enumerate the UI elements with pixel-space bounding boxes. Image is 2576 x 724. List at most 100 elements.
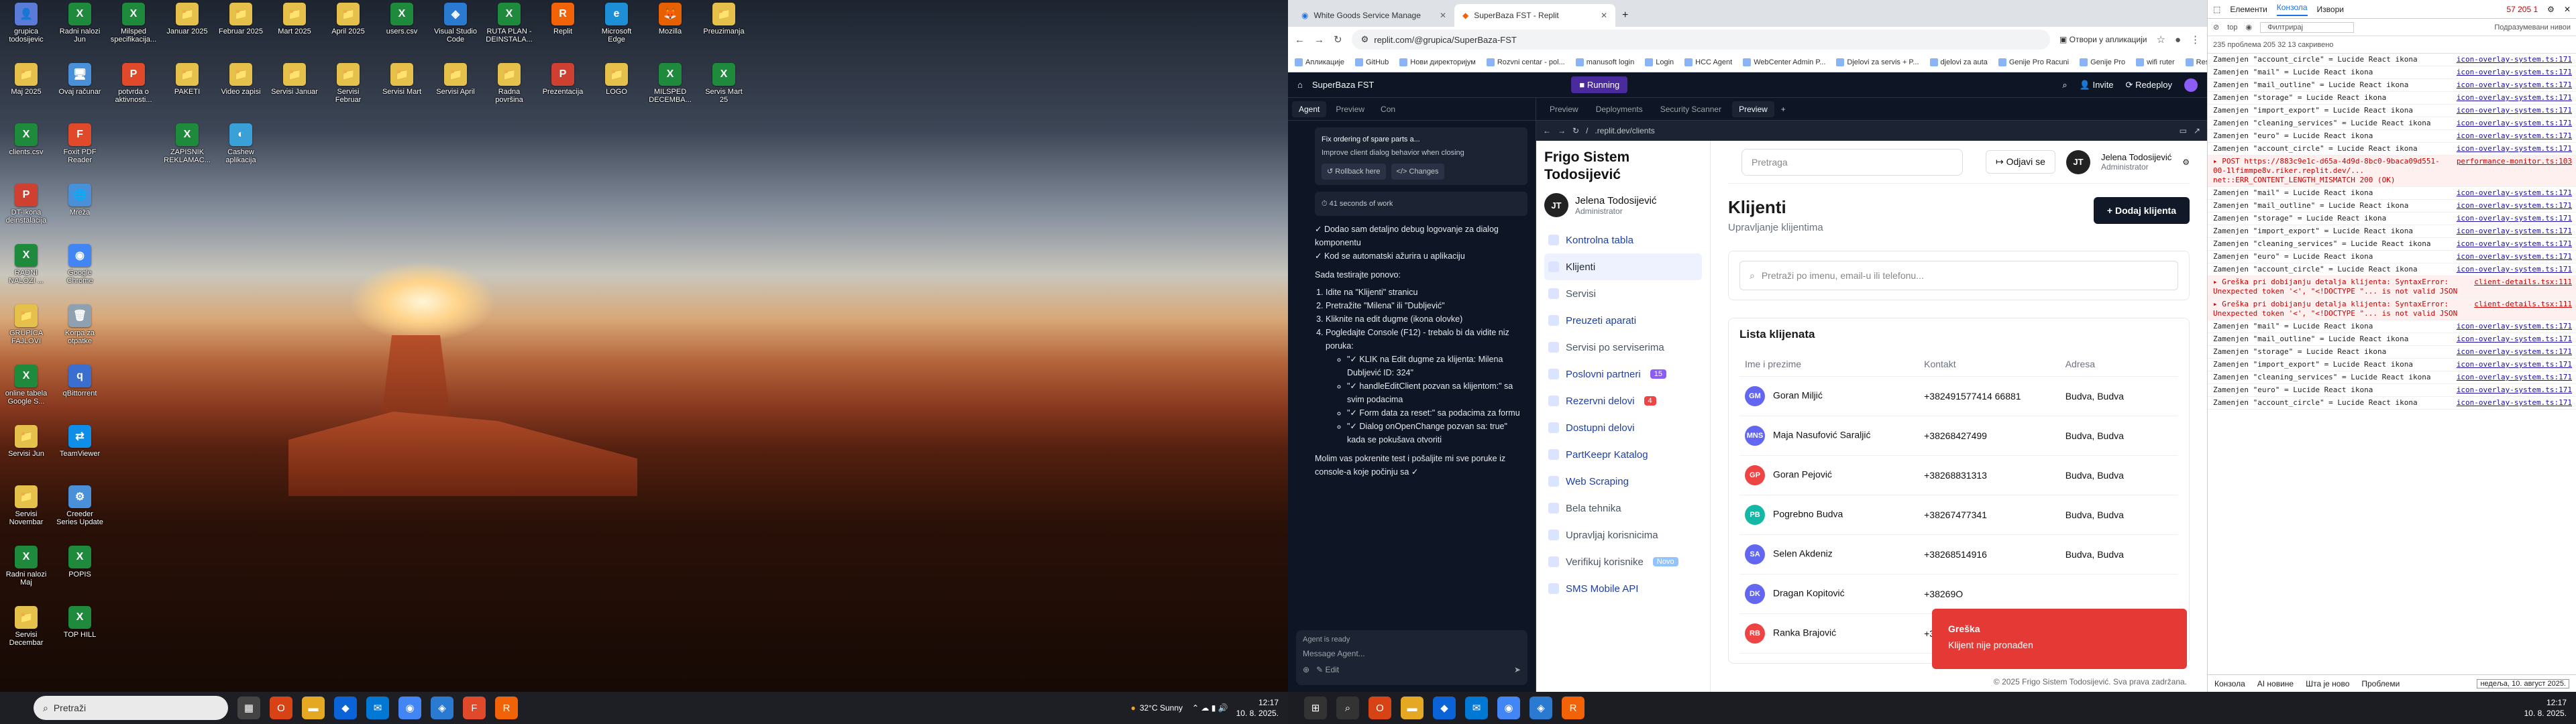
drawer-tab[interactable]: AI новине	[2257, 679, 2294, 688]
issues-summary[interactable]: 235 проблема 205 32 13 сакривено	[2213, 41, 2333, 49]
desktop-icon[interactable]: 📁 Radna površina	[486, 63, 533, 114]
tab-console[interactable]: Con	[1374, 101, 1402, 117]
desktop-icon[interactable]: X TOP HILL	[56, 606, 103, 657]
invite-button[interactable]: 👤 Invite	[2080, 80, 2114, 90]
desktop-icon[interactable]: X Radni nalozi Maj	[3, 546, 50, 597]
desktop-icon[interactable]: q qBittorrent	[56, 365, 103, 416]
console-log-row[interactable]: Zamenjen "storage" = Lucide React ikona i…	[2208, 213, 2576, 225]
desktop-icon[interactable]: X RADNI NALOZI ...	[3, 244, 50, 295]
replit-home-icon[interactable]: ⌂	[1297, 80, 1303, 90]
console-source-link[interactable]: icon-overlay-system.ts:171	[2457, 385, 2572, 395]
file-explorer-icon[interactable]: ▬	[1401, 697, 1424, 719]
console-log-row[interactable]: Zamenjen "euro" = Lucide React ikona icon…	[2208, 384, 2576, 397]
taskbar-search[interactable]: ⌕ Pretraži	[34, 696, 228, 720]
tab-sources[interactable]: Извори	[2317, 5, 2344, 14]
console-source-link[interactable]: icon-overlay-system.ts:171	[2457, 322, 2572, 331]
desktop-icon[interactable]: R Replit	[539, 3, 586, 54]
desktop-icon[interactable]: Xonline tabela Google S...	[3, 365, 50, 416]
console-source-link[interactable]: client-details.tsx:111	[2474, 278, 2572, 296]
context-select[interactable]: top	[2227, 23, 2237, 32]
console-error-row[interactable]: ▸ Greška pri dobijanju detalja klijenta:…	[2208, 298, 2576, 320]
console-source-link[interactable]: icon-overlay-system.ts:171	[2457, 347, 2572, 357]
desktop-icon[interactable]: 📁 April 2025	[325, 3, 372, 54]
console-log-row[interactable]: Zamenjen "mail_outline" = Lucide React i…	[2208, 79, 2576, 92]
mail-icon[interactable]: ✉	[1465, 697, 1488, 719]
bookmark-item[interactable]: Djelovi za servis + P...	[1836, 58, 1919, 66]
table-row[interactable]: GM Goran Miljić +382491577414 66881 Budva, …	[1739, 376, 2178, 416]
bookmark-item[interactable]: Resistor Calculator	[2185, 58, 2207, 66]
console-log-row[interactable]: Zamenjen "import_export" = Lucide React …	[2208, 105, 2576, 117]
attach-icon[interactable]: ⊕	[1303, 665, 1309, 674]
avatar[interactable]: JT	[2065, 149, 2090, 174]
desktop-icon[interactable]: X RUTA PLAN - DEINSTALA...	[486, 3, 533, 54]
table-row[interactable]: DK Dragan Kopitović +38269O	[1739, 574, 2178, 614]
console-log-row[interactable]: Zamenjen "cleaning_services" = Lucide Re…	[2208, 117, 2576, 130]
store-icon[interactable]: ◆	[1433, 697, 1456, 719]
desktop-icon[interactable]: F Foxit PDF Reader	[56, 123, 103, 174]
open-in-app-button[interactable]: ▣ Отвори у апликацији	[2059, 35, 2147, 44]
tab-preview[interactable]: Preview	[1543, 101, 1585, 117]
desktop-icon[interactable]: X Milsped specifikacija...	[110, 3, 157, 54]
task-view-icon[interactable]: ▦	[237, 697, 260, 719]
console-log-row[interactable]: Zamenjen "account_circle" = Lucide React…	[2208, 397, 2576, 410]
bookmark-item[interactable]: manusoft login	[1575, 58, 1634, 66]
desktop-icon[interactable]: 📁 GRUPICA FAJLOVI	[3, 304, 50, 355]
desktop-icon[interactable]: 🗑 Korpa za otpatke	[56, 304, 103, 355]
reload-icon[interactable]: ↻	[1334, 34, 1342, 46]
replit-icon[interactable]: R	[495, 697, 518, 719]
desktop-icon[interactable]: X POPIS	[56, 546, 103, 597]
bookmark-item[interactable]: djelovi za auta	[1929, 58, 1988, 66]
desktop-icon[interactable]: 🦊 Mozilla	[647, 3, 694, 54]
desktop-icon[interactable]: 📁 PAKETI	[164, 63, 211, 114]
external-link-icon[interactable]: ↗	[2194, 126, 2200, 135]
vscode-icon[interactable]: ◈	[1529, 697, 1552, 719]
desktop-icon[interactable]: X Servis Mart 25	[700, 63, 747, 114]
bookmark-item[interactable]: GitHub	[1355, 58, 1389, 66]
console-source-link[interactable]: client-details.tsx:111	[2474, 300, 2572, 318]
inspect-icon[interactable]: ⬚	[2213, 5, 2220, 14]
work-time-card[interactable]: ⏱ 41 seconds of work	[1315, 192, 1527, 216]
console-source-link[interactable]: icon-overlay-system.ts:171	[2457, 93, 2572, 103]
desktop-icon[interactable]: 📁 LOGO	[593, 63, 640, 114]
desktop-icon[interactable]: 📁 Januar 2025	[164, 3, 211, 54]
sidebar-item[interactable]: Klijenti	[1544, 253, 1702, 280]
issue-counts[interactable]: 57 205 1	[2506, 5, 2538, 14]
bookmark-item[interactable]: Genije Pro Racuni	[1998, 58, 2069, 66]
new-tab-icon[interactable]: +	[1615, 4, 1635, 27]
sidebar-item[interactable]: Poslovni partneri 15	[1544, 361, 1702, 387]
desktop-icon[interactable]: 👤 grupica todosijevic	[3, 3, 50, 54]
error-toast[interactable]: Greška Klijent nije pronađen	[1932, 609, 2187, 669]
console-error-row[interactable]: ▸ POST https://883c9e1c-d65a-4d9d-8bc0-9…	[2208, 156, 2576, 187]
desktop-icon[interactable]: P DT-Ikona deinstalacija	[3, 184, 50, 235]
console-log-row[interactable]: Zamenjen "mail_outline" = Lucide React i…	[2208, 333, 2576, 346]
desktop-icon[interactable]: 🌐 Mreža	[56, 184, 103, 235]
desktop-icon[interactable]: ◈ Visual Studio Code	[432, 3, 479, 54]
browser-tab[interactable]: ◉ White Goods Service Manage ✕	[1293, 4, 1454, 27]
desktop-icon[interactable]: Xusers.csv	[378, 3, 425, 54]
add-tab-icon[interactable]: +	[1781, 105, 1786, 114]
add-client-button[interactable]: + Dodaj klijenta	[2093, 197, 2190, 224]
console-log-row[interactable]: Zamenjen "cleaning_services" = Lucide Re…	[2208, 371, 2576, 384]
search-icon[interactable]: ⌕	[1336, 697, 1359, 719]
desktop-icon[interactable]: Xclients.csv	[3, 123, 50, 174]
bookmark-item[interactable]: Login	[1645, 58, 1674, 66]
send-icon[interactable]: ➤	[1514, 665, 1521, 674]
close-icon[interactable]: ✕	[1440, 11, 1446, 20]
console-error-row[interactable]: ▸ Greška pri dobijanju detalja klijenta:…	[2208, 276, 2576, 298]
tab-console[interactable]: Конзола	[2276, 3, 2308, 16]
console-source-link[interactable]: icon-overlay-system.ts:171	[2457, 144, 2572, 154]
eye-icon[interactable]: ◉	[2246, 23, 2253, 32]
bookmark-item[interactable]: wifi ruter	[2136, 58, 2175, 66]
clock-right[interactable]: 12:17 10. 8. 2025.	[2524, 697, 2567, 719]
console-log-row[interactable]: Zamenjen "mail" = Lucide React ikona icon…	[2208, 187, 2576, 200]
preview-url[interactable]: .replit.dev/clients	[1595, 126, 1654, 135]
browser-tab-active[interactable]: ◆ SuperBaza FST - Replit ✕	[1454, 4, 1615, 27]
console-log-row[interactable]: Zamenjen "storage" = Lucide React ikona i…	[2208, 346, 2576, 359]
console-source-link[interactable]: icon-overlay-system.ts:171	[2457, 80, 2572, 90]
chrome-icon[interactable]: ◉	[1497, 697, 1520, 719]
desktop-icon[interactable]: X ZAPISNIK REKLAMAC...	[164, 123, 211, 174]
back-icon[interactable]: ←	[1295, 34, 1305, 46]
sidebar-item[interactable]: Bela tehnika	[1544, 495, 1702, 522]
forward-icon[interactable]: →	[1314, 34, 1324, 46]
close-icon[interactable]: ✕	[1601, 11, 1607, 20]
